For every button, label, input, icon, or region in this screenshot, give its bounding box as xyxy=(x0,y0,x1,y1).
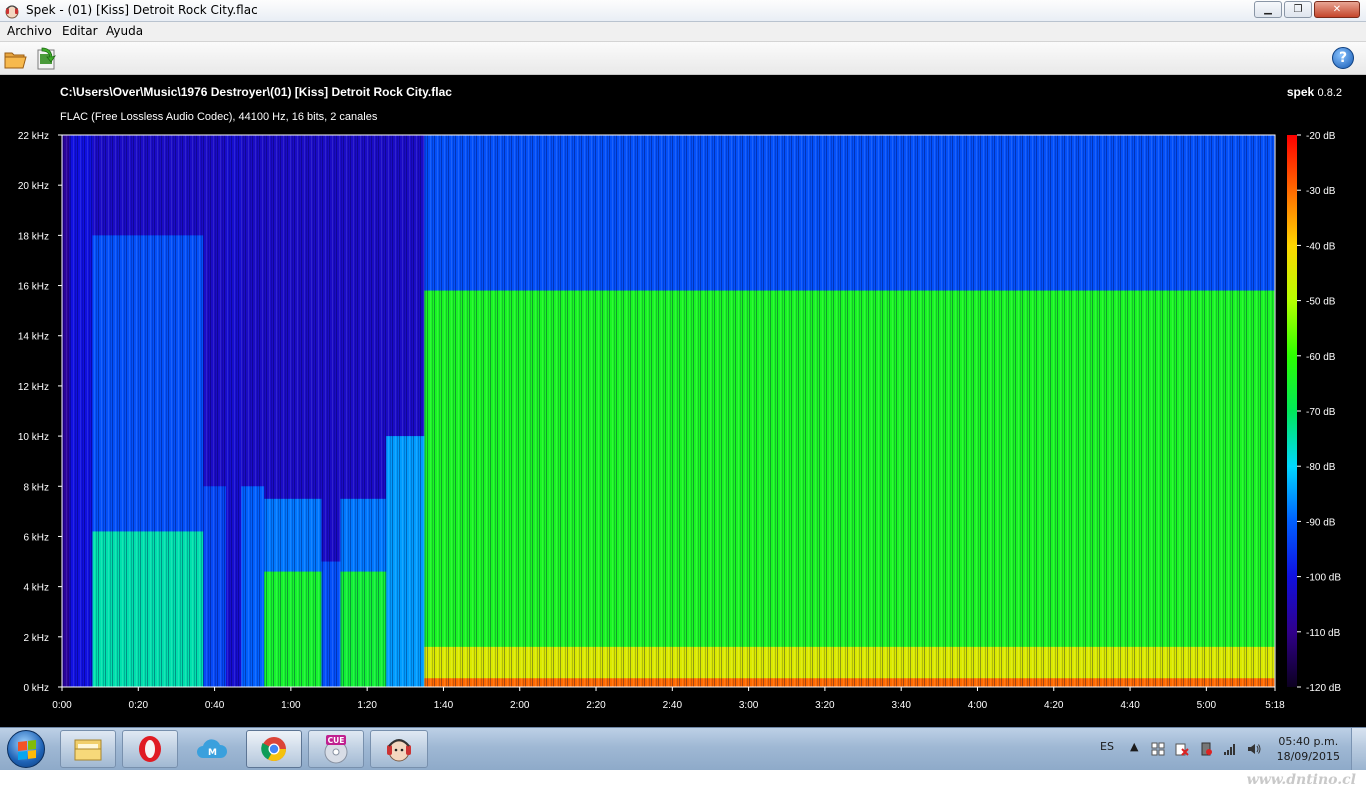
colorbar-tick-label: -30 dB xyxy=(1306,186,1336,197)
opera-icon xyxy=(139,736,161,762)
start-button[interactable] xyxy=(7,730,45,768)
taskbar-chrome[interactable] xyxy=(246,730,302,768)
window-title: Spek - (01) [Kiss] Detroit Rock City.fla… xyxy=(26,3,258,17)
menu-editar[interactable]: Editar xyxy=(62,24,98,38)
taskbar-spek[interactable] xyxy=(370,730,428,768)
y-tick-label: 14 kHz xyxy=(18,332,49,343)
cue-label: CUE xyxy=(328,736,345,745)
y-tick-label: 22 kHz xyxy=(18,131,49,142)
y-tick-label: 16 kHz xyxy=(18,282,49,293)
x-tick-label: 3:20 xyxy=(815,700,835,711)
colorbar-tick-label: -120 dB xyxy=(1306,683,1341,694)
windows-logo-icon xyxy=(18,740,36,760)
spek-app-icon xyxy=(5,5,19,19)
x-tick-label: 5:00 xyxy=(1197,700,1217,711)
colorbar-axis: -20 dB -30 dB -40 dB -50 dB -60 dB -70 dB -80 … xyxy=(1297,131,1341,694)
x-tick-label: 3:40 xyxy=(891,700,911,711)
colorbar xyxy=(1287,135,1297,687)
usb-device-icon[interactable] xyxy=(1199,742,1213,756)
taskbar: M CUE ES ▲ 05:40 p.m. 18/09/2015 xyxy=(0,727,1366,771)
x-tick-label: 4:00 xyxy=(968,700,988,711)
y-tick-label: 2 kHz xyxy=(23,633,49,644)
x-axis: 0:00 0:20 0:40 1:00 1:20 1:40 2:00 2:20 2:40 3:00… xyxy=(52,687,1285,711)
x-tick-label: 0:00 xyxy=(52,700,72,711)
x-tick-label: 4:40 xyxy=(1120,700,1140,711)
x-tick-label: 1:40 xyxy=(434,700,454,711)
x-tick-label: 3:00 xyxy=(739,700,759,711)
y-tick-label: 0 kHz xyxy=(23,683,49,694)
spectrogram-chart: 0 kHz 2 kHz 4 kHz 6 kHz 8 kHz 10 kHz 12 kHz 14 … xyxy=(18,131,1341,711)
help-icon[interactable]: ? xyxy=(1332,47,1354,69)
x-tick-label: 4:20 xyxy=(1044,700,1064,711)
spek-icon xyxy=(387,739,411,762)
save-image-icon[interactable] xyxy=(33,46,59,72)
close-button[interactable]: ✕ xyxy=(1314,1,1360,18)
x-tick-label: 0:40 xyxy=(205,700,225,711)
window-controls: ▁ ❐ ✕ xyxy=(1252,1,1360,18)
x-tick-label: 1:00 xyxy=(281,700,301,711)
colorbar-tick-label: -20 dB xyxy=(1306,131,1336,142)
spectrogram-view: C:\Users\Over\Music\1976 Destroyer\(01) … xyxy=(0,75,1366,727)
taskbar-explorer[interactable] xyxy=(60,730,116,768)
menu-bar: Archivo Editar Ayuda xyxy=(0,22,1366,41)
spectrogram-texture xyxy=(62,135,1275,687)
x-tick-label: 5:18 xyxy=(1265,700,1285,711)
taskbar-clock[interactable]: 05:40 p.m. 18/09/2015 xyxy=(1277,734,1340,764)
taskbar-opera[interactable] xyxy=(122,730,178,768)
chrome-icon xyxy=(261,737,286,762)
show-desktop-button[interactable] xyxy=(1351,728,1366,771)
bottom-strip xyxy=(0,770,1366,800)
cloud-icon: M xyxy=(197,739,228,758)
x-tick-label: 2:20 xyxy=(586,700,606,711)
security-alert-icon[interactable] xyxy=(1175,742,1189,756)
y-tick-label: 8 kHz xyxy=(23,482,49,493)
x-tick-label: 2:00 xyxy=(510,700,530,711)
folder-open-icon[interactable] xyxy=(3,46,29,72)
cue-disc-icon: CUE xyxy=(324,735,348,764)
svg-text:M: M xyxy=(208,748,217,758)
menu-ayuda[interactable]: Ayuda xyxy=(106,24,143,38)
taskbar-mega[interactable]: M xyxy=(184,730,240,768)
maximize-button[interactable]: ❐ xyxy=(1284,1,1312,18)
clock-date: 18/09/2015 xyxy=(1276,750,1340,763)
x-tick-label: 0:20 xyxy=(129,700,149,711)
x-tick-label: 2:40 xyxy=(663,700,683,711)
y-axis: 0 kHz 2 kHz 4 kHz 6 kHz 8 kHz 10 kHz 12 kHz 14 … xyxy=(18,131,62,694)
tray-expand-icon[interactable]: ▲ xyxy=(1130,740,1138,753)
colorbar-tick-label: -90 dB xyxy=(1306,517,1336,528)
y-tick-label: 12 kHz xyxy=(18,382,49,393)
colorbar-tick-label: -70 dB xyxy=(1306,407,1336,418)
menu-archivo[interactable]: Archivo xyxy=(7,24,52,38)
watermark-text: www.dntino.cl xyxy=(1246,772,1356,788)
y-tick-label: 6 kHz xyxy=(23,532,49,543)
taskbar-cue[interactable]: CUE xyxy=(308,730,364,768)
colorbar-tick-label: -40 dB xyxy=(1306,241,1336,252)
language-indicator[interactable]: ES xyxy=(1100,740,1114,753)
colorbar-tick-label: -50 dB xyxy=(1306,297,1336,308)
x-tick-label: 1:20 xyxy=(357,700,377,711)
volume-icon[interactable] xyxy=(1247,742,1261,756)
colorbar-tick-label: -110 dB xyxy=(1306,628,1341,639)
colorbar-tick-label: -60 dB xyxy=(1306,352,1336,363)
y-tick-label: 20 kHz xyxy=(18,181,49,192)
y-tick-label: 18 kHz xyxy=(18,231,49,242)
clock-time: 05:40 p.m. xyxy=(1278,735,1339,748)
y-tick-label: 4 kHz xyxy=(23,583,49,594)
title-bar: Spek - (01) [Kiss] Detroit Rock City.fla… xyxy=(0,0,1366,22)
network-signal-icon[interactable] xyxy=(1223,742,1237,756)
colorbar-tick-label: -100 dB xyxy=(1306,573,1341,584)
toolbar: ? xyxy=(0,41,1366,75)
action-center-flag-icon[interactable] xyxy=(1151,742,1165,756)
folder-icon xyxy=(74,739,102,761)
y-tick-label: 10 kHz xyxy=(18,432,49,443)
minimize-button[interactable]: ▁ xyxy=(1254,1,1282,18)
colorbar-tick-label: -80 dB xyxy=(1306,462,1336,473)
